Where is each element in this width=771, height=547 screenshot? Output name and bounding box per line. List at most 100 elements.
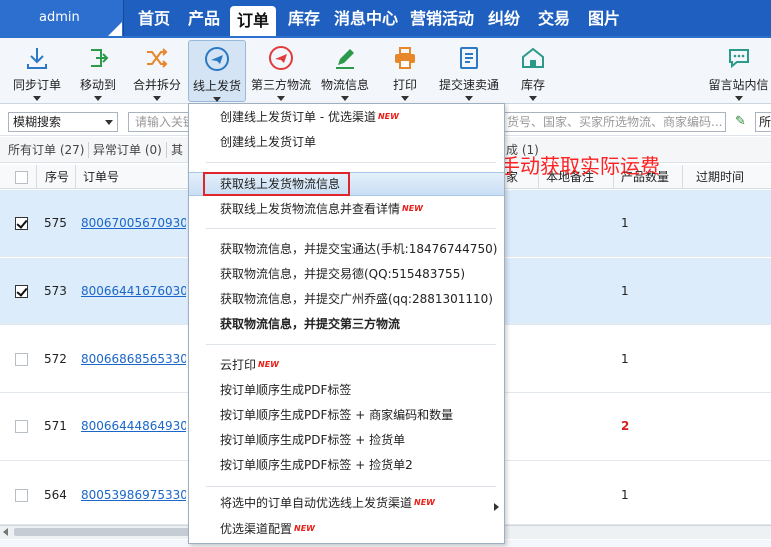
menu-item-cloud-print[interactable]: 云打印 NEW bbox=[220, 354, 279, 376]
nav-tab-disputes[interactable]: 纠纷 bbox=[484, 0, 524, 36]
menu-item-auto-best-channel[interactable]: 将选中的订单自动优选线上发货渠道 NEW bbox=[220, 492, 435, 514]
online-ship-button[interactable]: 线上发货 bbox=[188, 40, 246, 102]
row-checkbox[interactable] bbox=[15, 420, 28, 433]
edit-pen-icon[interactable]: ✎ bbox=[735, 114, 746, 129]
row-quantity: 1 bbox=[621, 488, 629, 502]
menu-item-submit-baotongda[interactable]: 获取物流信息，并提交宝通达(手机:18476744750) bbox=[220, 238, 497, 260]
menu-item-create-best[interactable]: 创建线上发货订单 - 优选渠道 NEW bbox=[220, 106, 399, 128]
nav-tab-messages[interactable]: 消息中心 bbox=[330, 0, 402, 36]
menu-item-get-logistics-info[interactable]: 获取线上发货物流信息 bbox=[220, 173, 340, 195]
menu-item-best-channel-config[interactable]: 优选渠道配置 NEW bbox=[220, 518, 315, 540]
order-number-link[interactable]: 800539869753306 bbox=[81, 488, 186, 502]
menu-divider bbox=[206, 486, 496, 487]
chevron-down-icon bbox=[465, 96, 473, 101]
nav-tab-inventory[interactable]: 库存 bbox=[282, 0, 326, 36]
new-badge: NEW bbox=[414, 498, 435, 507]
logistics-info-button[interactable]: 物流信息 bbox=[316, 40, 374, 102]
user-brand-area[interactable]: admin bbox=[0, 0, 124, 36]
order-number-link[interactable]: 800670056709306 bbox=[81, 216, 186, 230]
chevron-down-icon bbox=[277, 96, 285, 101]
menu-divider bbox=[206, 344, 496, 345]
nav-tab-marketing[interactable]: 营销活动 bbox=[406, 0, 478, 36]
tab-divider bbox=[166, 142, 167, 158]
message-inbox-button[interactable]: 留言站内信 bbox=[706, 40, 771, 102]
column-divider bbox=[75, 165, 76, 189]
column-order-number[interactable]: 订单号 bbox=[83, 165, 143, 189]
third-party-logistics-button[interactable]: 第三方物流 bbox=[248, 40, 314, 102]
merge-split-button[interactable]: 合并拆分 bbox=[128, 40, 186, 102]
new-badge: NEW bbox=[258, 360, 279, 369]
row-seq: 571 bbox=[44, 419, 67, 433]
menu-item-label: 获取线上发货物流信息并查看详情 bbox=[220, 202, 401, 216]
select-all-checkbox[interactable] bbox=[15, 171, 28, 184]
tab-abnormal-orders[interactable]: 异常订单 (0) bbox=[93, 137, 165, 163]
chevron-down-icon bbox=[401, 96, 409, 101]
column-seq[interactable]: 序号 bbox=[45, 165, 75, 189]
chevron-down-icon bbox=[341, 96, 349, 101]
right-filter-input[interactable]: 所 bbox=[755, 112, 771, 132]
row-quantity: 2 bbox=[621, 419, 630, 433]
row-quantity: 1 bbox=[621, 284, 629, 298]
pencil-icon bbox=[336, 49, 354, 69]
sync-orders-button[interactable]: 同步订单 bbox=[4, 40, 70, 102]
column-divider bbox=[682, 165, 683, 189]
column-divider bbox=[36, 165, 37, 189]
search-mode-select[interactable]: 模糊搜索 bbox=[8, 112, 118, 132]
menu-divider bbox=[206, 228, 496, 229]
printer-icon bbox=[395, 47, 415, 69]
chevron-down-icon bbox=[734, 96, 743, 101]
menu-item-pdf-labels-pick2[interactable]: 按订单顺序生成PDF标签 + 捡货单2 bbox=[220, 454, 413, 476]
menu-item-pdf-labels-pick[interactable]: 按订单顺序生成PDF标签 + 捡货单 bbox=[220, 429, 405, 451]
menu-item-submit-qiaosheng[interactable]: 获取物流信息，并提交广州乔盛(qq:2881301110) bbox=[220, 288, 493, 310]
brand-corner-decoration bbox=[108, 22, 122, 36]
airplane-icon bbox=[205, 47, 229, 71]
menu-item-submit-third-party[interactable]: 获取物流信息，并提交第三方物流 bbox=[220, 313, 400, 335]
username-label: admin bbox=[39, 10, 80, 25]
tab-other[interactable]: 其 bbox=[171, 137, 187, 163]
menu-item-label: 将选中的订单自动优选线上发货渠道 bbox=[220, 496, 413, 510]
nav-tab-products[interactable]: 产品 bbox=[182, 0, 226, 36]
order-number-link[interactable]: 800664416760306 bbox=[81, 284, 186, 298]
nav-tab-transactions[interactable]: 交易 bbox=[534, 0, 574, 36]
menu-item-create[interactable]: 创建线上发货订单 bbox=[220, 131, 316, 153]
order-number-link[interactable]: 800668685653306 bbox=[81, 352, 186, 366]
chevron-down-icon bbox=[33, 96, 41, 101]
move-to-button[interactable]: 移动到 bbox=[72, 40, 124, 102]
row-checkbox[interactable] bbox=[15, 285, 28, 298]
row-checkbox[interactable] bbox=[15, 353, 28, 366]
nav-tab-orders[interactable]: 订单 bbox=[230, 6, 276, 36]
keyword-input[interactable]: 请输入关键 bbox=[128, 112, 190, 132]
row-seq: 573 bbox=[44, 284, 67, 298]
chevron-down-icon bbox=[94, 96, 102, 101]
chevron-down-icon bbox=[213, 97, 221, 102]
row-quantity: 1 bbox=[621, 216, 629, 230]
tab-all-orders[interactable]: 所有订单 (27) bbox=[8, 137, 88, 163]
submit-express-button[interactable]: 提交速卖通 bbox=[434, 40, 504, 102]
shuffle-icon bbox=[147, 48, 168, 68]
row-checkbox[interactable] bbox=[15, 217, 28, 230]
row-seq: 564 bbox=[44, 488, 67, 502]
scroll-left-icon[interactable] bbox=[3, 528, 8, 536]
menu-item-submit-yide[interactable]: 获取物流信息，并提交易德(QQ:515483755) bbox=[220, 263, 465, 285]
submenu-arrow-icon bbox=[494, 503, 499, 511]
warehouse-icon bbox=[522, 47, 544, 68]
menu-item-get-info-detail[interactable]: 获取线上发货物流信息并查看详情 NEW bbox=[220, 198, 423, 220]
row-checkbox[interactable] bbox=[15, 489, 28, 502]
menu-item-pdf-labels-code[interactable]: 按订单顺序生成PDF标签 + 商家编码和数量 bbox=[220, 404, 453, 426]
stock-button[interactable]: 库存 bbox=[510, 40, 556, 102]
chevron-down-icon bbox=[153, 96, 161, 101]
row-seq: 575 bbox=[44, 216, 67, 230]
advanced-search-input[interactable]: 货号、国家、买家所选物流、商家编码... bbox=[502, 112, 726, 132]
document-list-icon bbox=[460, 47, 478, 69]
column-expire-time[interactable]: 过期时间 bbox=[696, 165, 756, 189]
download-icon bbox=[27, 48, 47, 69]
menu-item-pdf-labels[interactable]: 按订单顺序生成PDF标签 bbox=[220, 379, 351, 401]
nav-tab-home[interactable]: 首页 bbox=[132, 0, 176, 36]
nav-tab-images[interactable]: 图片 bbox=[584, 0, 624, 36]
menu-item-label: 优选渠道配置 bbox=[220, 522, 293, 536]
order-number-link[interactable]: 800664448649306 bbox=[81, 419, 186, 433]
print-button[interactable]: 打印 bbox=[380, 40, 430, 102]
search-mode-value: 模糊搜索 bbox=[13, 115, 62, 129]
row-seq: 572 bbox=[44, 352, 67, 366]
chevron-down-icon bbox=[105, 120, 113, 125]
